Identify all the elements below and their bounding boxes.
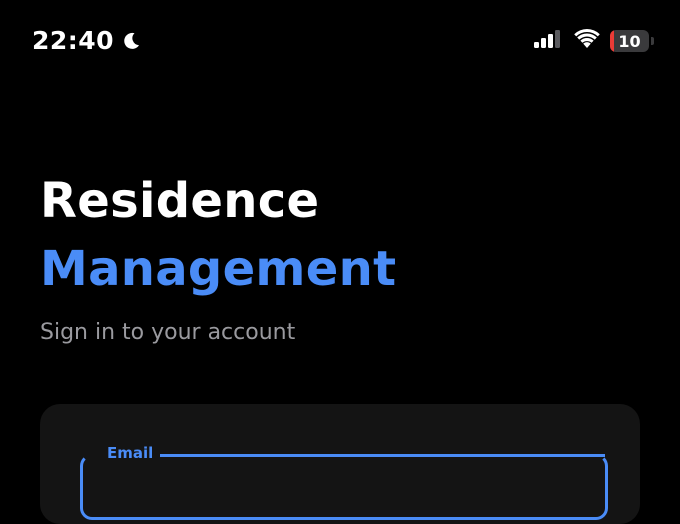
battery-indicator: 10 <box>610 30 654 52</box>
wifi-icon <box>574 28 600 54</box>
page-title-accent: Management <box>40 241 397 297</box>
email-field-label: Email <box>104 444 157 462</box>
page-subtitle: Sign in to your account <box>40 320 296 345</box>
signal-bar <box>555 29 560 48</box>
signal-bar <box>534 41 539 48</box>
clock-time: 22:40 <box>32 26 115 55</box>
status-bar: 22:40 10 <box>0 0 680 80</box>
signal-bar <box>541 37 546 48</box>
signal-bar <box>548 33 553 48</box>
battery-cap <box>651 37 654 45</box>
battery-level: 10 <box>618 31 641 51</box>
moon-icon <box>120 30 142 52</box>
email-field-border-top <box>160 454 605 457</box>
cellular-signal-icon <box>534 29 564 54</box>
login-card: Email <box>40 404 640 524</box>
page-title: Residence <box>40 173 320 229</box>
time-group: 22:40 <box>32 24 142 58</box>
status-indicators: 10 <box>534 28 654 54</box>
email-field[interactable] <box>100 466 584 508</box>
battery-icon: 10 <box>610 30 650 52</box>
